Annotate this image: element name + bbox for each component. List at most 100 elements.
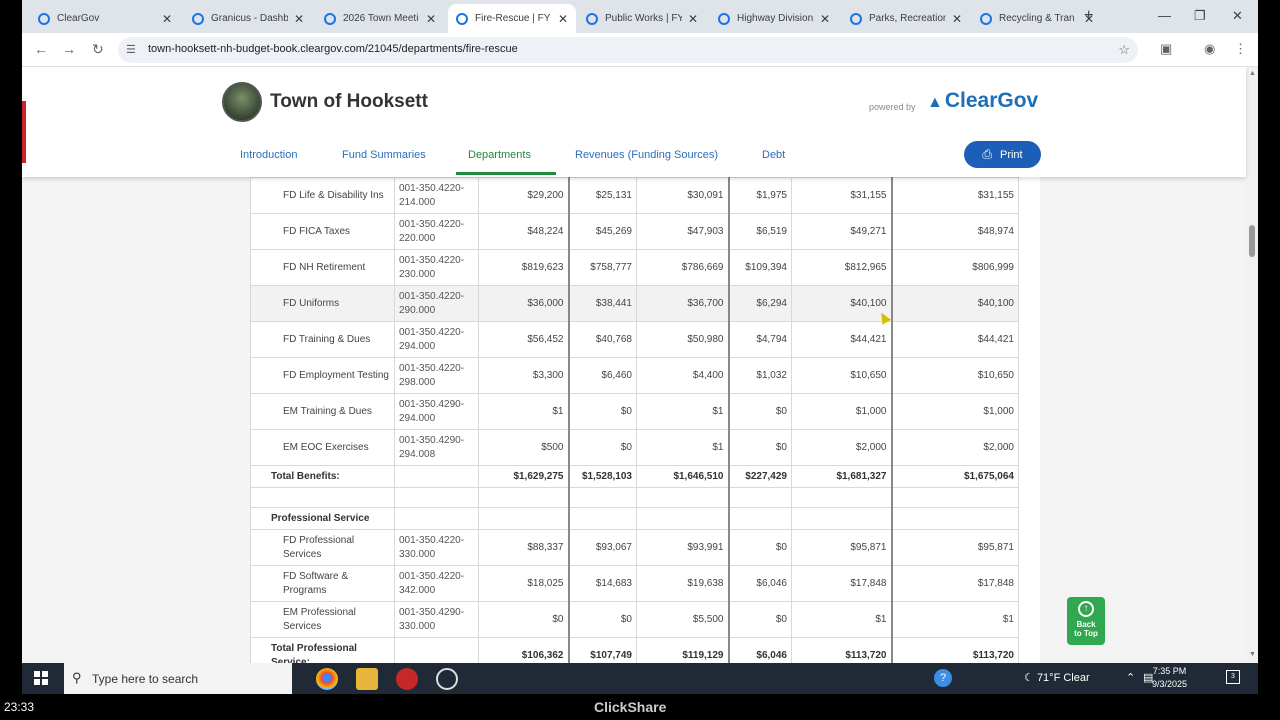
budget-value: $0 (567, 393, 637, 430)
browser-tab[interactable]: Highway Division ✕ (710, 4, 838, 33)
close-tab-icon[interactable]: ✕ (294, 12, 304, 26)
close-tab-icon[interactable]: ✕ (820, 12, 830, 26)
budget-value: $48,974 (891, 213, 1019, 250)
profile-icon[interactable]: ◉ (1204, 41, 1215, 57)
taskbar-search-box[interactable]: ⚲ Type here to search (64, 663, 292, 694)
feedback-tab[interactable] (22, 101, 26, 163)
scroll-up-icon[interactable]: ▲ (1249, 70, 1256, 77)
line-item-name: FD NH Retirement (250, 249, 395, 286)
budget-value (791, 487, 893, 508)
browser-tab[interactable]: Public Works | FY ✕ (578, 4, 706, 33)
budget-value: $1,975 (727, 177, 792, 214)
line-item-name (250, 487, 395, 508)
browser-tab[interactable]: Fire-Rescue | FY 2 ✕ (448, 4, 576, 33)
forward-icon[interactable]: → (62, 41, 76, 57)
reload-icon[interactable]: ↻ (92, 41, 104, 58)
browser-tab[interactable]: 2026 Town Meeti ✕ (316, 4, 444, 33)
web-page: Town of Hooksett powered by ▲ClearGov In… (22, 67, 1258, 663)
budget-value: $47,903 (636, 213, 729, 250)
budget-value: $1,681,327 (791, 465, 893, 488)
notification-icon[interactable]: 3 (1226, 670, 1240, 684)
budget-value (791, 507, 893, 530)
close-tab-icon[interactable]: ✕ (162, 12, 172, 26)
browser-tab[interactable]: Parks, Recreation ✕ (842, 4, 970, 33)
favicon-icon (718, 12, 730, 25)
weather-widget[interactable]: ☾ 71°F Clear (1024, 671, 1090, 684)
menu-icon[interactable]: ⋮ (1234, 41, 1247, 57)
account-number: 001-350.4290- 294.008 (394, 429, 479, 466)
line-item-name: Total Benefits: (250, 465, 395, 488)
account-part: 001-350.4220- (399, 290, 465, 302)
budget-value: $36,700 (636, 285, 729, 322)
address-bar[interactable]: ☰ town-hooksett-nh-budget-book.cleargov.… (118, 37, 1138, 63)
page-scrollbar[interactable]: ▲ ▼ (1246, 67, 1258, 663)
tab-title: Fire-Rescue | FY 2 (475, 13, 552, 24)
close-window-button[interactable]: ✕ (1232, 8, 1243, 24)
windows-start-icon[interactable] (34, 671, 48, 685)
tab-title: Public Works | FY (605, 13, 682, 24)
close-tab-icon[interactable]: ✕ (558, 12, 568, 26)
account-number (394, 637, 479, 663)
scroll-thumb[interactable] (1249, 225, 1255, 257)
budget-value: $2,000 (891, 429, 1019, 466)
account-part: 001-350.4290- (399, 434, 465, 446)
budget-value: $25,131 (567, 177, 637, 214)
table-row: FD NH Retirement 001-350.4220- 230.000 $819… (250, 249, 1019, 286)
browser-tab[interactable]: Recycling & Tran ✕ (972, 4, 1102, 33)
town-name[interactable]: Town of Hooksett (270, 91, 428, 113)
back-to-top-line2: to Top (1074, 629, 1098, 638)
print-button[interactable]: ⎙ Print (964, 141, 1041, 168)
minimize-button[interactable]: — (1158, 8, 1171, 23)
table-row: FD Uniforms 001-350.4220- 290.000 $36,000 $3… (250, 285, 1019, 322)
budget-value: $119,129 (636, 637, 729, 663)
budget-value: $812,965 (791, 249, 893, 286)
nav-link[interactable]: Departments (468, 149, 531, 161)
budget-value: $0 (478, 601, 569, 638)
favicon-icon (586, 12, 598, 25)
file-explorer-icon[interactable] (356, 668, 378, 690)
chrome-icon[interactable] (316, 668, 338, 690)
browser-tab[interactable]: Granicus - Dashb ✕ (184, 4, 312, 33)
cast-icon[interactable]: ▣ (1160, 41, 1172, 57)
acrobat-icon[interactable] (396, 668, 418, 690)
budget-value: $0 (727, 429, 792, 466)
budget-value: $88,337 (478, 529, 569, 566)
line-item-name: FD Training & Dues (250, 321, 395, 358)
clock-time: 7:35 PM (1152, 666, 1187, 676)
cortana-icon[interactable] (436, 668, 458, 690)
close-tab-icon[interactable]: ✕ (688, 12, 698, 26)
budget-value: $1,629,275 (478, 465, 569, 488)
scroll-down-icon[interactable]: ▼ (1249, 651, 1256, 658)
budget-value: $1 (891, 601, 1019, 638)
back-to-top-button[interactable]: ↑ Back to Top (1067, 597, 1105, 645)
tab-strip: ClearGov ✕ Granicus - Dashb ✕ 2026 Town Meet… (22, 0, 1258, 33)
budget-value: $1,000 (791, 393, 893, 430)
table-row: Professional Service (250, 507, 1019, 530)
cleargov-logo[interactable]: ▲ClearGov (927, 89, 1038, 113)
help-icon[interactable]: ? (934, 669, 952, 687)
budget-value: $10,650 (791, 357, 893, 394)
back-icon[interactable]: ← (34, 41, 48, 57)
nav-link[interactable]: Fund Summaries (342, 149, 426, 161)
account-part: 330.000 (399, 620, 436, 632)
close-tab-icon[interactable]: ✕ (952, 12, 962, 26)
tab-title: ClearGov (57, 13, 100, 24)
account-number: 001-350.4220- 294.000 (394, 321, 479, 358)
nav-link[interactable]: Revenues (Funding Sources) (575, 149, 718, 161)
url-text[interactable]: town-hooksett-nh-budget-book.cleargov.co… (148, 43, 518, 55)
town-seal-logo[interactable] (222, 82, 262, 122)
close-tab-icon[interactable]: ✕ (426, 12, 436, 26)
nav-link[interactable]: Introduction (240, 149, 297, 161)
table-row (250, 487, 1019, 508)
nav-link[interactable]: Debt (762, 149, 785, 161)
restore-button[interactable]: ❐ (1194, 8, 1206, 24)
new-tab-button[interactable]: + (1084, 7, 1093, 25)
budget-value: $0 (567, 429, 637, 466)
browser-tab[interactable]: ClearGov ✕ (30, 4, 180, 33)
account-number (394, 507, 479, 530)
taskbar-clock[interactable]: 7:35 PM 9/3/2025 (1152, 665, 1187, 691)
bookmark-star-icon[interactable]: ☆ (1118, 42, 1130, 58)
tray-chevron-up-icon[interactable]: ⌃ (1126, 671, 1135, 684)
site-info-icon[interactable]: ☰ (126, 43, 136, 56)
budget-value: $6,046 (727, 637, 792, 663)
